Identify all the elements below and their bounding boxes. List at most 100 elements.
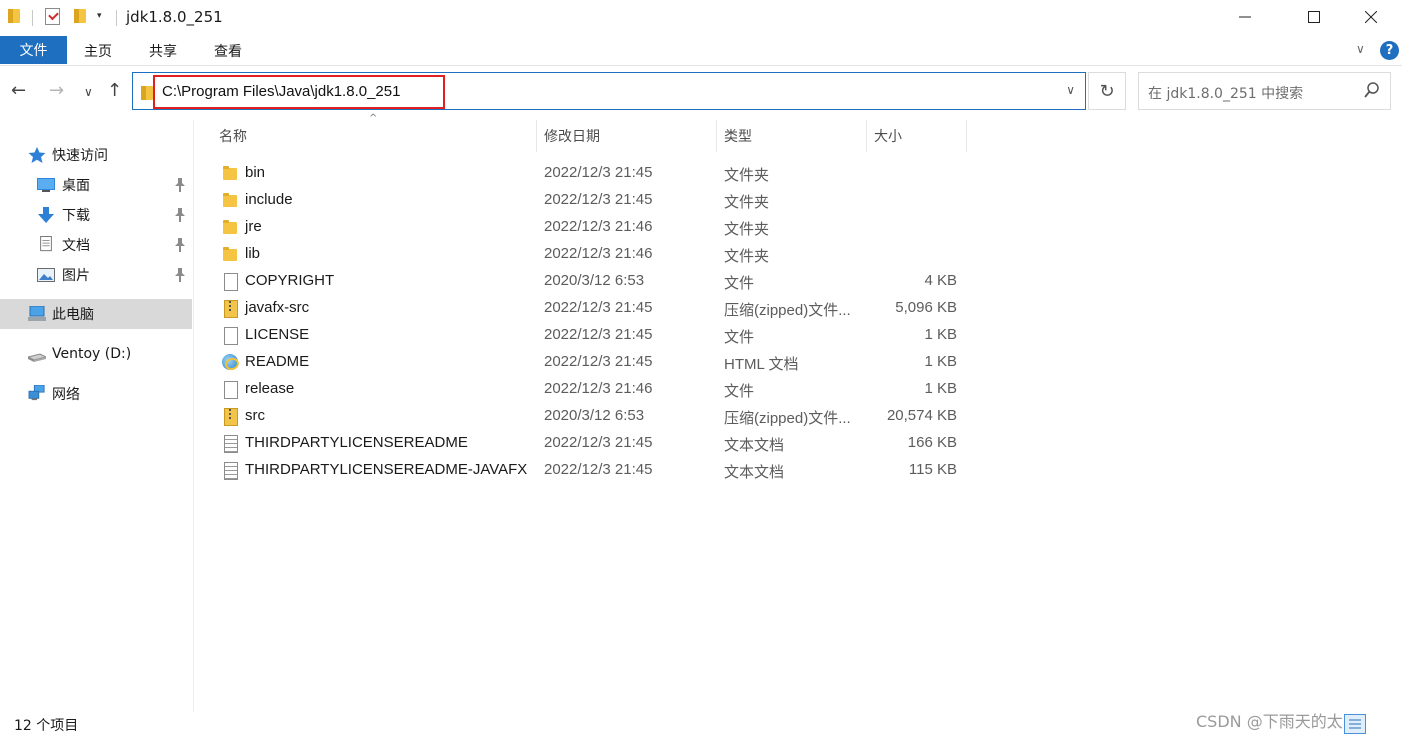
- file-row[interactable]: THIRDPARTYLICENSEREADME-JAVAFX 2022/12/3…: [214, 457, 974, 484]
- zip-icon: [222, 300, 238, 318]
- file-date: 2022/12/3 21:45: [544, 191, 653, 208]
- close-button[interactable]: [1348, 0, 1394, 34]
- file-size: 4 KB: [924, 272, 957, 289]
- quick-access-dropdown-icon[interactable]: ▾: [97, 11, 102, 21]
- file-row[interactable]: README 2022/12/3 21:45 HTML 文档 1 KB: [214, 349, 974, 376]
- file-date: 2022/12/3 21:46: [544, 245, 653, 262]
- file-row[interactable]: release 2022/12/3 21:46 文件 1 KB: [214, 376, 974, 403]
- details-view-button[interactable]: [1344, 714, 1366, 734]
- expand-ribbon-icon[interactable]: ∨: [1356, 42, 1365, 56]
- tab-file[interactable]: 文件: [0, 36, 67, 64]
- up-button[interactable]: ↑: [107, 80, 122, 101]
- file-name[interactable]: COPYRIGHT: [245, 272, 334, 289]
- file-type: 文本文档: [724, 464, 785, 481]
- minimize-icon: [1239, 16, 1251, 18]
- file-row[interactable]: javafx-src 2022/12/3 21:45 压缩(zipped)文件.…: [214, 295, 974, 322]
- html-icon: [222, 354, 238, 371]
- file-name[interactable]: THIRDPARTYLICENSEREADME-JAVAFX: [245, 461, 527, 478]
- pin-icon[interactable]: [174, 208, 186, 225]
- address-bar[interactable]: C:\Program Files\Java\jdk1.8.0_251 ∨: [132, 72, 1086, 110]
- file-name[interactable]: bin: [245, 164, 265, 181]
- folder-icon: [141, 85, 153, 100]
- column-divider[interactable]: [966, 120, 967, 152]
- tab-share[interactable]: 共享: [149, 41, 177, 61]
- file-date: 2022/12/3 21:45: [544, 461, 653, 478]
- file-row[interactable]: THIRDPARTYLICENSEREADME 2022/12/3 21:45 …: [214, 430, 974, 457]
- address-path[interactable]: C:\Program Files\Java\jdk1.8.0_251: [162, 83, 400, 100]
- file-size: 115 KB: [908, 461, 957, 478]
- file-name[interactable]: THIRDPARTYLICENSEREADME: [245, 434, 468, 451]
- file-row[interactable]: bin 2022/12/3 21:45 文件夹: [214, 160, 974, 187]
- file-name[interactable]: README: [245, 353, 309, 370]
- column-divider[interactable]: [866, 120, 867, 152]
- search-placeholder: 在 jdk1.8.0_251 中搜索: [1148, 86, 1304, 102]
- sidebar-item-quick-access[interactable]: 快速访问: [0, 140, 192, 170]
- folder-icon: [222, 219, 238, 236]
- file-date: 2022/12/3 21:45: [544, 164, 653, 181]
- file-name[interactable]: lib: [245, 245, 260, 262]
- back-button[interactable]: ←: [11, 80, 26, 101]
- sidebar-item-network[interactable]: 网络: [0, 379, 192, 409]
- maximize-icon: [1308, 11, 1320, 23]
- file-type: 文件: [724, 329, 755, 346]
- sidebar-item-documents[interactable]: 文档: [0, 230, 192, 260]
- column-header-date[interactable]: 修改日期: [544, 120, 600, 152]
- folder-icon: [222, 246, 238, 263]
- file-name[interactable]: release: [245, 380, 294, 397]
- watermark-text: CSDN @下雨天的太阳: [1196, 712, 1359, 731]
- file-type: 文本文档: [724, 437, 785, 454]
- file-name[interactable]: include: [245, 191, 293, 208]
- file-row[interactable]: COPYRIGHT 2020/3/12 6:53 文件 4 KB: [214, 268, 974, 295]
- tab-home[interactable]: 主页: [84, 41, 112, 61]
- address-dropdown-icon[interactable]: ∨: [1066, 83, 1075, 97]
- pictures-icon: [37, 268, 55, 282]
- minimize-button[interactable]: [1222, 0, 1268, 34]
- recent-locations-button[interactable]: ∨: [84, 85, 93, 99]
- file-size: 1 KB: [924, 353, 957, 370]
- help-icon[interactable]: ?: [1380, 41, 1399, 60]
- column-header-name[interactable]: 名称: [219, 120, 247, 152]
- desktop-icon: [37, 178, 55, 192]
- file-type: 文件: [724, 383, 755, 400]
- sidebar-item-downloads[interactable]: 下载: [0, 200, 192, 230]
- maximize-button[interactable]: [1291, 0, 1337, 34]
- file-type: 文件夹: [724, 194, 770, 211]
- file-row[interactable]: src 2020/3/12 6:53 压缩(zipped)文件... 20,57…: [214, 403, 974, 430]
- title-bar: ▾ jdk1.8.0_251: [0, 0, 1402, 36]
- sidebar-item-label: 快速访问: [52, 148, 108, 164]
- file-type: 文件: [724, 275, 755, 292]
- file-name[interactable]: javafx-src: [245, 299, 309, 316]
- file-row[interactable]: lib 2022/12/3 21:46 文件夹: [214, 241, 974, 268]
- sidebar-item-pictures[interactable]: 图片: [0, 260, 192, 290]
- file-row[interactable]: jre 2022/12/3 21:46 文件夹: [214, 214, 974, 241]
- file-name[interactable]: src: [245, 407, 265, 424]
- search-icon[interactable]: [1364, 82, 1380, 100]
- file-name[interactable]: jre: [245, 218, 262, 235]
- column-divider[interactable]: [716, 120, 717, 152]
- search-input[interactable]: 在 jdk1.8.0_251 中搜索: [1138, 72, 1391, 110]
- tab-view[interactable]: 查看: [214, 41, 242, 61]
- file-row[interactable]: LICENSE 2022/12/3 21:45 文件 1 KB: [214, 322, 974, 349]
- file-icon: [222, 273, 238, 291]
- properties-icon[interactable]: [45, 8, 60, 25]
- column-header-type[interactable]: 类型: [724, 120, 752, 152]
- forward-button[interactable]: →: [49, 80, 64, 101]
- column-divider[interactable]: [536, 120, 537, 152]
- pin-icon[interactable]: [174, 238, 186, 255]
- status-item-count: 12 个项目: [14, 718, 79, 734]
- document-icon: [40, 236, 52, 252]
- file-date: 2022/12/3 21:46: [544, 380, 653, 397]
- file-row[interactable]: include 2022/12/3 21:45 文件夹: [214, 187, 974, 214]
- file-name[interactable]: LICENSE: [245, 326, 309, 343]
- file-size: 5,096 KB: [895, 299, 957, 316]
- sidebar-item-desktop[interactable]: 桌面: [0, 170, 192, 200]
- column-header-size[interactable]: 大小: [874, 120, 902, 152]
- refresh-button[interactable]: ↻: [1088, 72, 1126, 110]
- pin-icon[interactable]: [174, 268, 186, 285]
- sidebar-item-ventoy-drive[interactable]: Ventoy (D:): [0, 339, 192, 369]
- pin-icon[interactable]: [174, 178, 186, 195]
- sidebar-item-label: 此电脑: [52, 307, 94, 323]
- sidebar-item-this-pc[interactable]: 此电脑: [0, 299, 192, 329]
- file-date: 2022/12/3 21:45: [544, 434, 653, 451]
- new-folder-icon[interactable]: [74, 8, 86, 23]
